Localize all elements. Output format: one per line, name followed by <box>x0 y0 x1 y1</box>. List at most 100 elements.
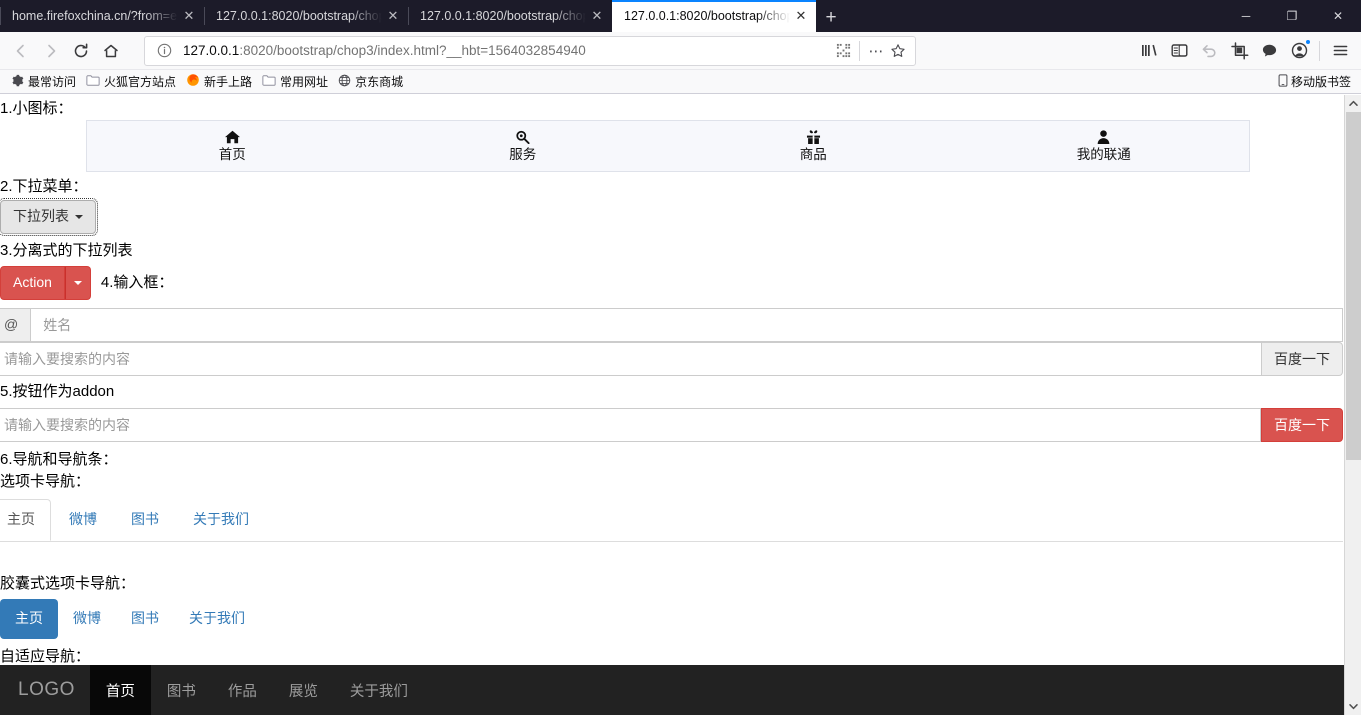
nav-tab-link[interactable]: 微博 <box>53 499 113 541</box>
nav-pill-item-about[interactable]: 关于我们 <box>174 599 260 639</box>
divider <box>1319 40 1320 61</box>
search-input-danger[interactable] <box>0 407 1261 442</box>
nav-tab-item-weibo[interactable]: 微博 <box>53 499 115 541</box>
icon-label: 服务 <box>509 146 537 162</box>
bookmark-star-icon[interactable] <box>887 40 909 62</box>
url-host: 127.0.0.1 <box>183 43 240 58</box>
new-tab-button[interactable]: + <box>816 4 846 32</box>
bookmark-item-jd[interactable]: 京东商城 <box>333 71 408 92</box>
home-icon[interactable] <box>96 36 126 66</box>
url-path: :8020/bootstrap/chop3/index.html?__hbt=1… <box>239 43 586 58</box>
home-icon <box>224 130 240 146</box>
menu-icon[interactable] <box>1325 36 1355 66</box>
scrollbar-thumb[interactable] <box>1346 112 1361 460</box>
url-text: 127.0.0.1:8020/bootstrap/chop3/index.htm… <box>183 43 832 58</box>
bookmark-label: 火狐官方站点 <box>104 75 177 89</box>
scroll-down-icon[interactable] <box>1345 698 1361 715</box>
globe-icon <box>338 74 351 90</box>
bookmark-label: 移动版书签 <box>1290 75 1351 89</box>
section-label-split-dropdown: 3.分离式的下拉列表 <box>0 241 133 259</box>
bookmark-label: 新手上路 <box>204 75 253 89</box>
tab-title: 127.0.0.1:8020/bootstrap/chop3/ <box>624 9 790 23</box>
nav-pill-link[interactable]: 图书 <box>116 599 174 639</box>
search-input-default[interactable] <box>0 341 1262 376</box>
navbar-item-home[interactable]: 首页 <box>89 665 151 715</box>
icon-cell-home[interactable]: 首页 <box>87 121 378 171</box>
close-icon[interactable]: ✕ <box>588 7 606 25</box>
gear-icon <box>11 74 24 90</box>
navbar-item-books[interactable]: 图书 <box>151 665 212 715</box>
account-icon[interactable] <box>1284 36 1314 66</box>
browser-tab-3[interactable]: 127.0.0.1:8020/bootstrap/chop2/ ✕ <box>408 0 612 32</box>
info-icon[interactable] <box>153 40 175 62</box>
section-label-nav-pills: 胶囊式选项卡导航： <box>0 574 136 592</box>
vertical-scrollbar[interactable] <box>1344 95 1361 715</box>
section-label-icons: 1.小图标： <box>0 100 73 117</box>
search-icon <box>515 130 530 146</box>
caret-down-icon <box>73 280 82 285</box>
nav-pill-item-books[interactable]: 图书 <box>116 599 174 639</box>
nav-tab-link[interactable]: 关于我们 <box>177 499 265 541</box>
maximize-icon[interactable]: ❐ <box>1269 0 1315 32</box>
nav-pill-link[interactable]: 关于我们 <box>174 599 260 639</box>
navbar-item-exhibition[interactable]: 展览 <box>273 665 334 715</box>
page-content: 1.小图标： 首页 服务 商品 我的联通 2.下拉菜单： 下拉列表 3.分离式的… <box>0 95 1343 715</box>
bookmark-label: 京东商城 <box>355 75 404 89</box>
dropdown-button-label: 下拉列表 <box>13 208 69 224</box>
dropdown-button[interactable]: 下拉列表 <box>0 198 98 236</box>
nav-tab-item-home[interactable]: 主页 <box>0 498 53 541</box>
folder-icon <box>86 74 100 90</box>
minimize-icon[interactable]: ─ <box>1223 0 1269 32</box>
split-button-action[interactable]: Action <box>0 265 65 300</box>
scroll-up-icon[interactable] <box>1345 95 1361 112</box>
nav-pill-item-weibo[interactable]: 微博 <box>58 599 116 639</box>
icon-cell-my-unicom[interactable]: 我的联通 <box>959 121 1250 171</box>
browser-tab-1[interactable]: home.firefoxchina.cn/?from=ext ✕ <box>0 0 204 32</box>
split-button-toggle[interactable] <box>64 265 91 300</box>
close-window-icon[interactable]: ✕ <box>1315 0 1361 32</box>
reload-icon[interactable] <box>66 36 96 66</box>
nav-tab-item-about[interactable]: 关于我们 <box>177 499 267 541</box>
undo-icon[interactable] <box>1194 36 1224 66</box>
navbar-brand[interactable]: LOGO <box>0 665 90 715</box>
navbar-item-works[interactable]: 作品 <box>212 665 273 715</box>
bookmark-item-common-sites[interactable]: 常用网址 <box>257 71 333 92</box>
nav-tab-item-books[interactable]: 图书 <box>115 499 177 541</box>
bookmark-item-mobile[interactable]: 移动版书签 <box>1278 73 1355 90</box>
more-icon[interactable]: ⋯ <box>865 40 887 62</box>
library-icon[interactable] <box>1134 36 1164 66</box>
mobile-icon <box>1278 73 1288 90</box>
search-button-default[interactable]: 百度一下 <box>1262 341 1343 376</box>
bookmark-label: 最常访问 <box>28 75 77 89</box>
back-icon[interactable] <box>6 36 36 66</box>
browser-tab-2[interactable]: 127.0.0.1:8020/bootstrap/chop1/ ✕ <box>204 0 408 32</box>
search-button-danger[interactable]: 百度一下 <box>1261 407 1343 442</box>
forward-icon[interactable] <box>36 36 66 66</box>
nav-pill-link[interactable]: 微博 <box>58 599 116 639</box>
navbar-item-about[interactable]: 关于我们 <box>334 665 424 715</box>
bottom-navbar: LOGO 首页 图书 作品 展览 关于我们 <box>0 665 1344 715</box>
qr-code-icon[interactable] <box>832 40 854 62</box>
nav-tab-link[interactable]: 主页 <box>0 498 51 541</box>
url-bar[interactable]: 127.0.0.1:8020/bootstrap/chop3/index.htm… <box>144 35 916 66</box>
name-input[interactable] <box>30 307 1343 342</box>
bookmark-item-beginner[interactable]: 新手上路 <box>181 71 257 92</box>
bookmark-label: 常用网址 <box>280 75 329 89</box>
close-icon[interactable]: ✕ <box>792 7 810 25</box>
close-icon[interactable]: ✕ <box>384 7 402 25</box>
browser-tab-4-active[interactable]: 127.0.0.1:8020/bootstrap/chop3/ ✕ <box>612 0 816 32</box>
bookmark-item-most-visited[interactable]: 最常访问 <box>6 71 81 92</box>
icon-label: 商品 <box>799 146 827 162</box>
user-icon <box>1097 129 1110 146</box>
screenshot-icon[interactable] <box>1224 36 1254 66</box>
icon-cell-service[interactable]: 服务 <box>378 121 669 171</box>
icon-cell-goods[interactable]: 商品 <box>668 121 959 171</box>
pocket-icon[interactable] <box>1254 36 1284 66</box>
bookmark-item-firefox-site[interactable]: 火狐官方站点 <box>81 71 181 92</box>
nav-tab-link[interactable]: 图书 <box>115 499 175 541</box>
nav-pill-item-home[interactable]: 主页 <box>0 598 58 639</box>
tab-strip: home.firefoxchina.cn/?from=ext ✕ 127.0.0… <box>0 0 1361 32</box>
nav-pill-link[interactable]: 主页 <box>0 598 58 639</box>
sidebar-icon[interactable] <box>1164 36 1194 66</box>
close-icon[interactable]: ✕ <box>180 7 198 25</box>
